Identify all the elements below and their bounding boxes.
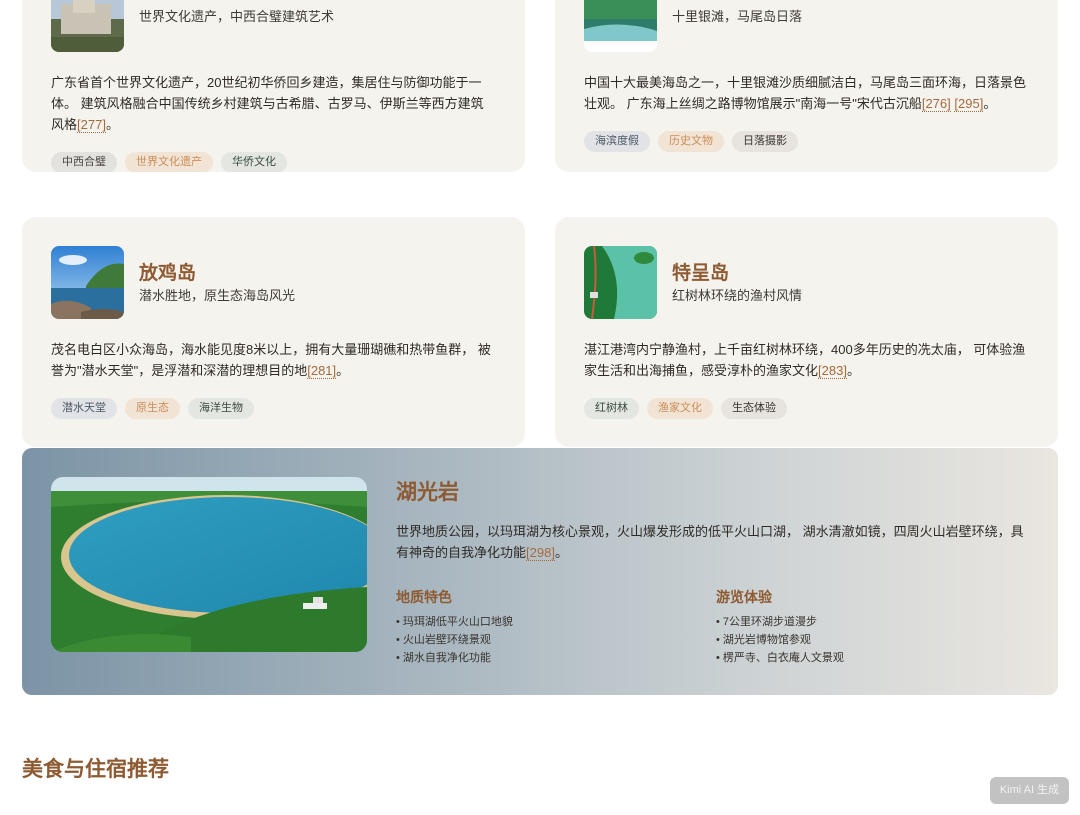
fangji-thumbnail: [51, 246, 124, 319]
ai-watermark: Kimi AI 生成: [990, 777, 1069, 804]
card-techeng-island: 特呈岛 红树林环绕的渔村风情 湛江港湾内宁静渔村，上千亩红树林环绕，400多年历…: [555, 217, 1058, 447]
feature-title: 湖光岩: [396, 479, 459, 504]
tag-list: 中西合璧 世界文化遗产 华侨文化: [51, 152, 496, 172]
visit-title: 游览体验: [716, 589, 772, 605]
card-header: 特呈岛 红树林环绕的渔村风情: [584, 246, 1029, 319]
geology-list: 玛珥湖低平火山口地貌 火山岩壁环绕景观 湖水自我净化功能: [396, 613, 716, 667]
visit-list: 7公里环湖步道漫步 湖光岩博物馆参观 楞严寺、白衣庵人文景观: [716, 613, 1036, 667]
feature-body: 湖光岩 世界地质公园，以玛珥湖为核心景观，火山爆发形成的低平火山口湖， 湖水清澈…: [396, 477, 1036, 667]
list-item: 火山岩壁环绕景观: [396, 631, 716, 649]
card-header: 放鸡岛 潜水胜地，原生态海岛风光: [51, 246, 496, 319]
tag: 渔家文化: [647, 398, 713, 419]
tag-list: 潜水天堂 原生态 海洋生物: [51, 398, 496, 419]
tag-list: 红树林 渔家文化 生态体验: [584, 398, 1029, 419]
diaolou-thumbnail: [51, 0, 124, 52]
feature-huguangyan: 湖光岩 世界地质公园，以玛珥湖为核心景观，火山爆发形成的低平火山口湖， 湖水清澈…: [22, 448, 1058, 695]
list-item: 楞严寺、白衣庵人文景观: [716, 649, 1036, 667]
card-subtitle: 红树林环绕的渔村风情: [672, 287, 803, 303]
hailing-thumbnail: [584, 0, 657, 52]
tag: 原生态: [125, 398, 180, 419]
card-header: 世界文化遗产，中西合璧建筑艺术: [51, 0, 496, 52]
tag: 红树林: [584, 398, 639, 419]
card-title: 特呈岛: [672, 261, 730, 284]
section-title: 美食与住宿推荐: [22, 756, 169, 781]
tag: 生态体验: [721, 398, 787, 419]
citation-link[interactable]: [281]: [307, 363, 337, 379]
page: 世界文化遗产，中西合璧建筑艺术 广东省首个世界文化遗产，20世纪初华侨回乡建造，…: [0, 0, 1080, 815]
card-header: 十里银滩，马尾岛日落: [584, 0, 1029, 52]
feature-description: 世界地质公园，以玛珥湖为核心景观，火山爆发形成的低平火山口湖， 湖水清澈如镜，四…: [396, 524, 1024, 561]
tag: 潜水天堂: [51, 398, 117, 419]
card-description: 湛江港湾内宁静渔村，上千亩红树林环绕，400多年历史的冼太庙， 可体验渔家生活和…: [584, 342, 1026, 379]
card-hailing-island: 十里银滩，马尾岛日落 中国十大最美海岛之一，十里银滩沙质细腻洁白，马尾岛三面环海…: [555, 0, 1058, 172]
citation-link[interactable]: [295]: [954, 96, 984, 112]
tag: 华侨文化: [221, 152, 287, 172]
card-description: 茂名电白区小众海岛，海水能见度8米以上，拥有大量珊瑚礁和热带鱼群， 被誉为"潜水…: [51, 342, 491, 379]
list-item: 湖光岩博物馆参观: [716, 631, 1036, 649]
citation-link[interactable]: [277]: [77, 117, 106, 133]
tag: 海洋生物: [188, 398, 254, 419]
citation-link[interactable]: [283]: [818, 363, 847, 379]
huguangyan-image: [51, 477, 367, 652]
card-fangji-island: 放鸡岛 潜水胜地，原生态海岛风光 茂名电白区小众海岛，海水能见度8米以上，拥有大…: [22, 217, 525, 447]
citation-link[interactable]: [276]: [921, 96, 951, 112]
geology-title: 地质特色: [396, 589, 452, 605]
list-item: 7公里环湖步道漫步: [716, 613, 1036, 631]
feature-columns: 地质特色 玛珥湖低平火山口地貌 火山岩壁环绕景观 湖水自我净化功能 游览体验 7…: [396, 587, 1036, 667]
geology-column: 地质特色 玛珥湖低平火山口地貌 火山岩壁环绕景观 湖水自我净化功能: [396, 587, 716, 667]
tag-list: 海滨度假 历史文物 日落摄影: [584, 131, 1029, 152]
tag: 海滨度假: [584, 131, 650, 152]
card-subtitle: 世界文化遗产，中西合璧建筑艺术: [139, 8, 335, 24]
techeng-thumbnail: [584, 246, 657, 319]
card-title: 放鸡岛: [139, 261, 197, 284]
card-description: 中国十大最美海岛之一，十里银滩沙质细腻洁白，马尾岛三面环海，日落景色壮观。 广东…: [584, 75, 1027, 112]
citation-link[interactable]: [298]: [526, 545, 555, 561]
visit-column: 游览体验 7公里环湖步道漫步 湖光岩博物馆参观 楞严寺、白衣庵人文景观: [716, 587, 1036, 667]
card-subtitle: 十里银滩，马尾岛日落: [672, 8, 803, 24]
list-item: 玛珥湖低平火山口地貌: [396, 613, 716, 631]
tag: 日落摄影: [732, 131, 798, 152]
card-kaiping-diaolou: 世界文化遗产，中西合璧建筑艺术 广东省首个世界文化遗产，20世纪初华侨回乡建造，…: [22, 0, 525, 172]
card-description: 广东省首个世界文化遗产，20世纪初华侨回乡建造，集居住与防御功能于一体。 建筑风…: [51, 75, 484, 133]
tag: 中西合璧: [51, 152, 117, 172]
tag: 世界文化遗产: [125, 152, 213, 172]
card-subtitle: 潜水胜地，原生态海岛风光: [139, 287, 296, 303]
tag: 历史文物: [658, 131, 724, 152]
list-item: 湖水自我净化功能: [396, 649, 716, 667]
